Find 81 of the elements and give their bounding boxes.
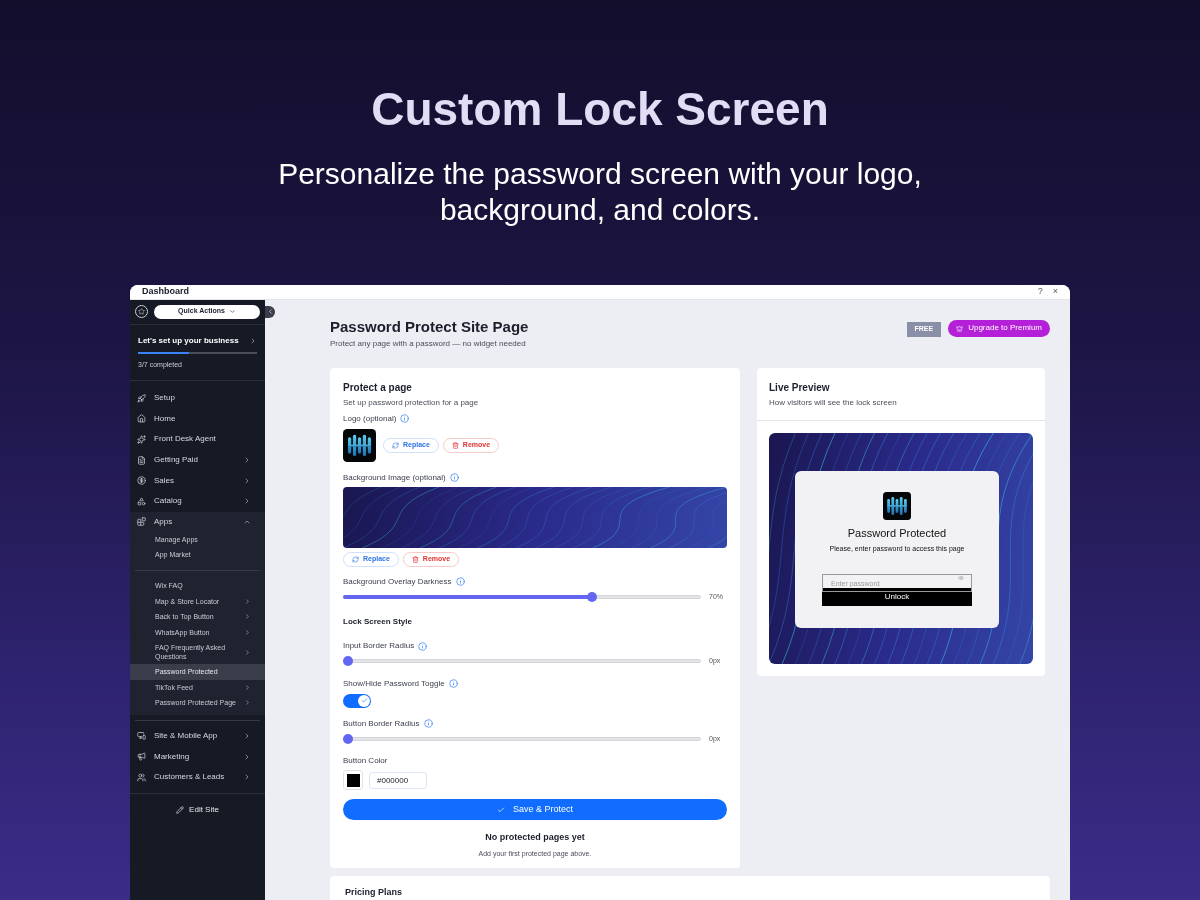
logo-icon <box>343 428 376 462</box>
hero-subtitle: background, and colors. <box>439 192 761 228</box>
info-icon[interactable] <box>400 414 410 423</box>
chevron-right-icon <box>243 752 251 761</box>
chevron-right-icon <box>243 476 251 485</box>
sidebar-item[interactable]: Front Desk Agent <box>130 429 265 450</box>
lock-title: Password Protected <box>847 525 947 541</box>
card-title: Pricing Plans <box>345 886 404 899</box>
info-icon[interactable] <box>449 473 459 482</box>
sidebar-item[interactable]: Customers & Leads <box>130 766 265 788</box>
collapse-button[interactable] <box>265 305 275 318</box>
nav-icon <box>137 731 146 741</box>
slider-thumb[interactable] <box>343 656 353 667</box>
refresh-icon <box>392 441 399 449</box>
crown-icon <box>956 324 964 332</box>
save-button[interactable]: Save & Protect <box>343 799 727 820</box>
toggle-switch[interactable] <box>343 693 371 708</box>
chevron-right-icon <box>244 648 251 656</box>
nav-icon <box>137 455 146 465</box>
card-subtitle: How visitors will see the lock screen <box>769 396 898 409</box>
page-title: Password Protect Site Page <box>330 317 530 336</box>
sidebar-item[interactable]: Home <box>130 408 265 430</box>
chevron-down-icon <box>228 308 236 315</box>
nav-icon <box>137 414 146 424</box>
info-icon[interactable] <box>455 577 465 586</box>
check-icon <box>497 805 505 814</box>
field-label: Show/Hide Password Toggle <box>343 677 445 690</box>
pencil-icon <box>176 806 185 815</box>
chevron-right-icon <box>243 773 251 782</box>
info-icon[interactable] <box>448 679 458 688</box>
field-label: Background Image (optional) <box>343 471 446 484</box>
favorite-button[interactable] <box>135 305 148 318</box>
card-subtitle: Set up password protection for a page <box>343 396 480 409</box>
logo-icon <box>883 491 911 520</box>
refresh-icon <box>352 555 359 563</box>
color-input[interactable]: #000000 <box>369 771 427 789</box>
nav-icon <box>137 393 146 403</box>
card-title: Protect a page <box>343 380 413 395</box>
info-icon[interactable] <box>418 641 428 651</box>
slider-label: Input Border Radius <box>343 640 415 652</box>
sidebar-item[interactable]: Site & Mobile App <box>130 725 265 747</box>
nav-icon <box>137 517 146 527</box>
empty-title: No protected pages yet <box>484 831 586 844</box>
nav-icon <box>137 496 146 506</box>
page-subtitle: Protect any page with a password — no widget needed <box>330 337 527 350</box>
nav-icon <box>137 772 146 782</box>
sidebar-item[interactable]: Getting Paid <box>130 449 265 471</box>
help-button[interactable]: ? <box>1037 285 1043 299</box>
nav-icon <box>137 476 146 486</box>
section-title: Lock Screen Style <box>343 616 413 628</box>
check-icon <box>360 697 368 704</box>
upgrade-button[interactable]: Upgrade to Premium <box>948 319 1050 337</box>
field-label: Logo (optional) <box>343 412 397 425</box>
slider-thumb[interactable] <box>586 591 597 602</box>
edit-site-button[interactable]: Edit Site <box>176 804 219 817</box>
star-icon <box>138 308 145 315</box>
eye-icon[interactable] <box>958 574 964 581</box>
setup-title[interactable]: Let's set up your business <box>138 334 249 347</box>
slider-label: Button Border Radius <box>343 717 420 730</box>
field-label: Button Color <box>343 755 389 767</box>
card-title: Live Preview <box>769 380 831 395</box>
trash-icon <box>451 441 459 449</box>
chevron-left-icon <box>266 308 274 315</box>
info-icon[interactable] <box>423 719 433 728</box>
sidebar-item[interactable]: Marketing <box>130 746 265 767</box>
nav-icon <box>137 752 146 762</box>
window-title: Dashboard <box>142 285 190 298</box>
close-button[interactable]: × <box>1052 285 1058 299</box>
chevron-right-icon <box>243 456 251 465</box>
hero-subtitle: Personalize the password screen with your logo, <box>278 156 922 192</box>
sidebar-item[interactable]: Sales <box>130 470 265 491</box>
chevron-right-icon <box>249 336 257 345</box>
hero-title: Custom Lock Screen <box>371 82 829 136</box>
trash-icon <box>411 555 419 563</box>
sidebar-item[interactable]: Setup <box>130 388 265 409</box>
nav-icon <box>137 435 146 444</box>
chevron-right-icon <box>243 731 251 740</box>
slider-thumb[interactable] <box>343 733 353 744</box>
sidebar-item[interactable]: Catalog <box>130 490 265 512</box>
chevron-right-icon <box>243 497 251 506</box>
slider-label: Background Overlay Darkness <box>343 575 452 588</box>
